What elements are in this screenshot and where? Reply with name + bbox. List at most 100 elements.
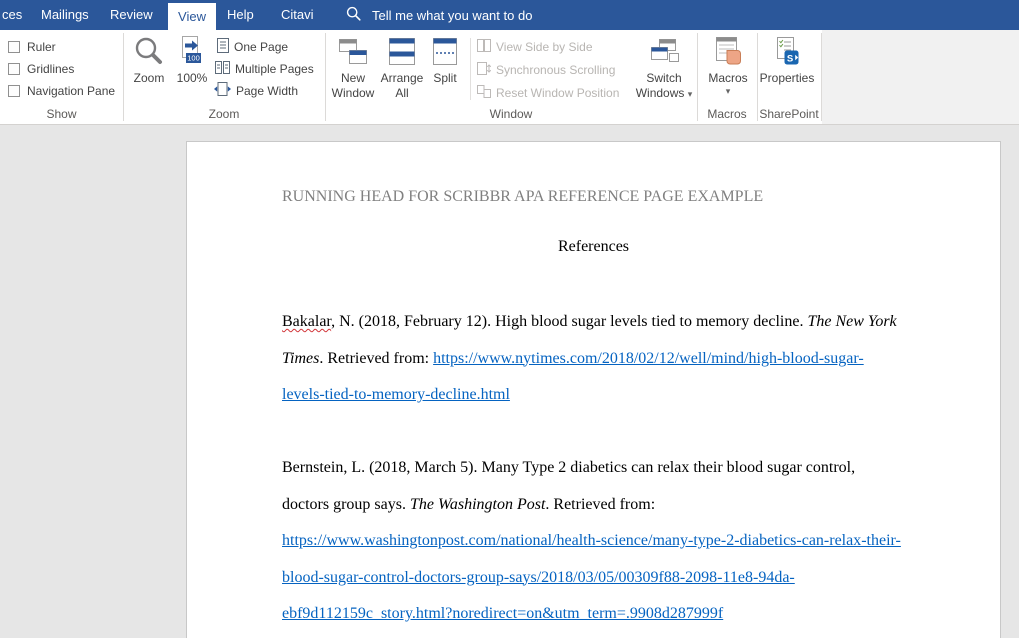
ribbon-view-tab: Ruler Gridlines Navigation Pane Show Zoo… — [0, 30, 1019, 125]
macros-button[interactable]: Macros ▾ — [701, 33, 755, 96]
ruler-checkbox[interactable]: Ruler — [8, 39, 56, 55]
show-group-label: Show — [0, 107, 123, 121]
split-button[interactable]: Split — [427, 33, 463, 86]
hyperlink[interactable]: https://www.nytimes.com/2018/02/12/well/… — [433, 350, 864, 367]
svg-text:S: S — [787, 53, 793, 64]
checkbox-icon — [8, 85, 20, 97]
reference-text: , N. (2018, February 12). High blood sug… — [331, 313, 807, 330]
new-window-icon — [336, 33, 370, 71]
new-window-label: New Window — [327, 71, 379, 101]
multiple-pages-button[interactable]: Multiple Pages — [215, 60, 314, 78]
macros-icon — [713, 33, 743, 71]
macros-label: Macros — [708, 71, 747, 86]
synchronous-scrolling-label: Synchronous Scrolling — [496, 63, 615, 77]
reset-window-position-button: Reset Window Position — [477, 84, 619, 102]
ribbon-tab-bar: ces Mailings Review View Help Citavi Tel… — [0, 0, 1019, 30]
chevron-down-icon: ▾ — [688, 89, 693, 99]
chevron-down-icon: ▾ — [726, 86, 731, 96]
tab-citavi[interactable]: Citavi — [281, 0, 314, 30]
split-icon — [432, 33, 458, 71]
switch-windows-button[interactable]: Switch Windows ▾ — [634, 33, 694, 101]
split-label: Split — [433, 71, 456, 86]
button-divider — [470, 38, 471, 100]
reference-line: doctors group says. The Washington Post.… — [282, 487, 922, 524]
sharepoint-group-label: SharePoint — [757, 107, 821, 121]
reference-line: Bakalar, N. (2018, February 12). High bl… — [282, 304, 922, 341]
synchronous-scrolling-icon — [477, 62, 491, 78]
properties-label: Properties — [760, 71, 815, 86]
document-canvas: RUNNING HEAD FOR SCRIBBR APA REFERENCE P… — [0, 126, 1019, 638]
multiple-pages-label: Multiple Pages — [235, 62, 314, 76]
search-icon — [346, 6, 361, 24]
journal-title-italic: Times — [282, 350, 319, 367]
arrange-all-label: Arrange All — [378, 71, 426, 101]
new-window-button[interactable]: New Window — [327, 33, 379, 101]
view-side-by-side-label: View Side by Side — [496, 40, 593, 54]
checkbox-icon — [8, 63, 20, 75]
hyperlink[interactable]: blood-sugar-control-doctors-group-says/2… — [282, 569, 795, 586]
reset-window-position-label: Reset Window Position — [496, 86, 619, 100]
multiple-pages-icon — [215, 60, 230, 78]
zoom-100-label: 100% — [177, 71, 208, 86]
gridlines-checkbox[interactable]: Gridlines — [8, 61, 74, 77]
zoom-button[interactable]: Zoom — [128, 33, 170, 86]
reference-line: Bernstein, L. (2018, March 5). Many Type… — [282, 450, 922, 487]
document-page[interactable]: RUNNING HEAD FOR SCRIBBR APA REFERENCE P… — [186, 141, 1001, 638]
reference-line: ebf9d112159c_story.html?noredirect=on&ut… — [282, 596, 922, 633]
hyperlink[interactable]: https://www.washingtonpost.com/national/… — [282, 532, 901, 549]
tab-help[interactable]: Help — [227, 0, 254, 30]
view-side-by-side-button: View Side by Side — [477, 38, 593, 56]
synchronous-scrolling-button: Synchronous Scrolling — [477, 61, 615, 79]
switch-windows-label: Switch Windows — [636, 71, 685, 100]
hyperlink[interactable]: ebf9d112159c_story.html?noredirect=on&ut… — [282, 605, 723, 622]
running-head: RUNNING HEAD FOR SCRIBBR APA REFERENCE P… — [282, 188, 763, 206]
reference-text: Bernstein, L. (2018, March 5). Many Type… — [282, 459, 855, 476]
reference-text: . Retrieved from: — [319, 350, 433, 367]
sharepoint-properties-icon: S — [772, 33, 802, 71]
gridlines-label: Gridlines — [27, 62, 74, 76]
checkbox-icon — [8, 41, 20, 53]
switch-windows-icon — [647, 33, 681, 71]
reference-line: https://www.washingtonpost.com/national/… — [282, 523, 922, 560]
zoom-100-button[interactable]: 100 100% — [172, 33, 212, 86]
tab-references-partial[interactable]: ces — [2, 0, 22, 30]
arrange-all-icon — [388, 33, 416, 71]
ribbon-empty-area — [822, 30, 1019, 124]
word-window: ces Mailings Review View Help Citavi Tel… — [0, 0, 1019, 638]
ruler-label: Ruler — [27, 40, 56, 54]
journal-title-italic: The Washington Post — [410, 496, 545, 513]
one-page-label: One Page — [234, 40, 288, 54]
reference-text: . Retrieved from: — [545, 496, 655, 513]
zoom-button-label: Zoom — [134, 71, 165, 86]
tell-me-label: Tell me what you want to do — [372, 8, 532, 23]
tab-view[interactable]: View — [168, 3, 216, 30]
journal-title-italic: The New York — [807, 313, 896, 330]
macros-group-label: Macros — [697, 107, 757, 121]
navigation-pane-label: Navigation Pane — [27, 84, 115, 98]
window-group-label: Window — [325, 107, 697, 121]
group-divider — [821, 33, 822, 121]
zoom-group-label: Zoom — [123, 107, 325, 121]
reference-text: doctors group says. — [282, 496, 410, 513]
reference-line: blood-sugar-control-doctors-group-says/2… — [282, 560, 922, 597]
hyperlink[interactable]: levels-tied-to-memory-decline.html — [282, 386, 510, 403]
properties-button[interactable]: S Properties — [757, 33, 817, 86]
magnifier-icon — [133, 33, 165, 71]
zoom-100-icon: 100 — [177, 33, 207, 71]
page-width-icon — [214, 82, 231, 100]
one-page-button[interactable]: One Page — [217, 38, 288, 56]
page-width-button[interactable]: Page Width — [214, 82, 298, 100]
references-heading: References — [187, 238, 1000, 256]
tell-me-search[interactable]: Tell me what you want to do — [346, 0, 532, 30]
page-width-label: Page Width — [236, 84, 298, 98]
reference-entry-bernstein: Bernstein, L. (2018, March 5). Many Type… — [282, 450, 922, 633]
reference-entry-bakalar: Bakalar, N. (2018, February 12). High bl… — [282, 304, 922, 414]
one-page-icon — [217, 38, 229, 56]
svg-text:100: 100 — [187, 54, 200, 63]
arrange-all-button[interactable]: Arrange All — [378, 33, 426, 101]
tab-review[interactable]: Review — [110, 0, 153, 30]
tab-mailings[interactable]: Mailings — [41, 0, 89, 30]
reset-window-position-icon — [477, 85, 491, 101]
navigation-pane-checkbox[interactable]: Navigation Pane — [8, 83, 115, 99]
reference-line: Times. Retrieved from: https://www.nytim… — [282, 341, 922, 378]
